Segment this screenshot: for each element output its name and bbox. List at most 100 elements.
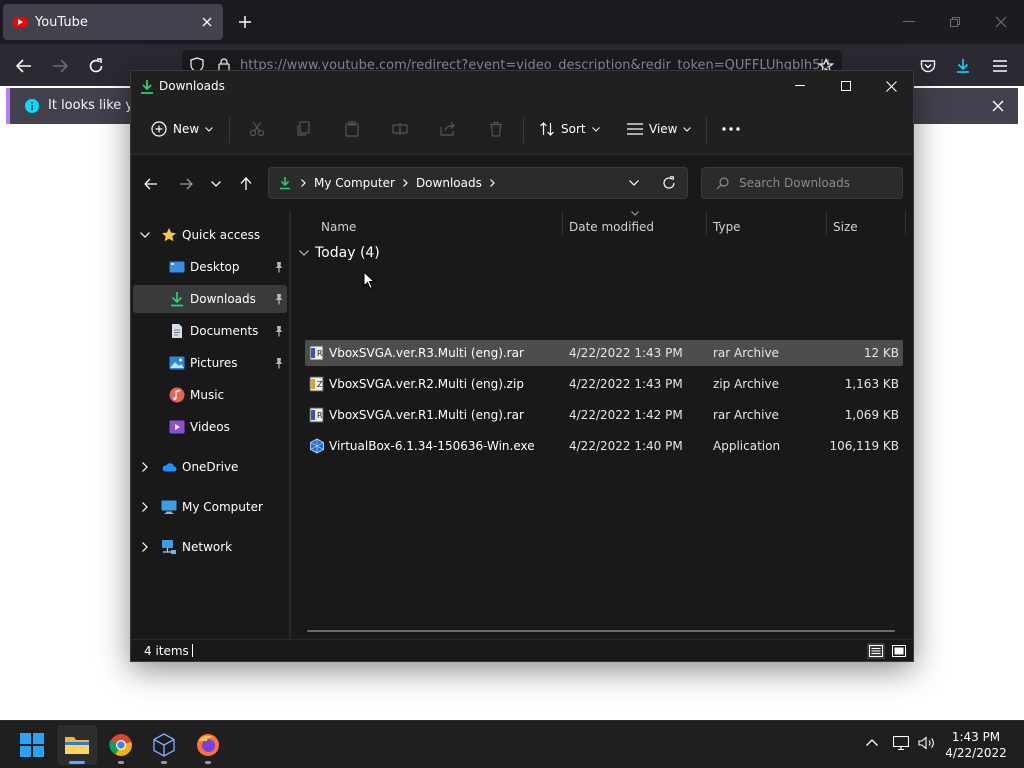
- sidebar-item-my-computer[interactable]: My Computer: [133, 493, 287, 521]
- breadcrumb-chevron-icon[interactable]: [489, 179, 495, 187]
- command-bar: New Sort View: [131, 103, 913, 155]
- network-icon: [162, 540, 176, 554]
- file-row[interactable]: R VboxSVGA.ver.R3.Multi (eng).rar 4/22/2…: [305, 340, 903, 366]
- forward-arrow-icon[interactable]: [175, 173, 197, 195]
- svg-text:Z: Z: [317, 380, 323, 389]
- column-header-date-modified[interactable]: Date modified: [569, 215, 705, 239]
- sidebar-item-quick-access[interactable]: Quick access: [133, 221, 287, 249]
- tiles-view-icon: [892, 645, 906, 657]
- back-arrow-icon[interactable]: [140, 173, 162, 195]
- file-row[interactable]: Z VboxSVGA.ver.R2.Multi (eng).zip 4/22/2…: [305, 371, 903, 397]
- explorer-close-button[interactable]: [868, 71, 914, 101]
- search-input[interactable]: [739, 176, 889, 190]
- toolbar-separator: [229, 117, 230, 143]
- group-label: Today (4): [315, 245, 380, 261]
- cut-icon[interactable]: [247, 119, 267, 139]
- sidebar-item-pictures[interactable]: Pictures: [133, 349, 287, 377]
- pin-icon[interactable]: [273, 261, 285, 273]
- group-header-today[interactable]: Today (4): [299, 245, 380, 261]
- view-button[interactable]: View: [621, 113, 697, 145]
- column-divider[interactable]: [905, 211, 906, 235]
- explorer-minimize-button[interactable]: [777, 71, 823, 101]
- start-button[interactable]: [12, 725, 52, 765]
- downloads-arrow-icon[interactable]: [950, 53, 976, 79]
- firefox-restore-button[interactable]: [941, 8, 969, 36]
- sidebar-item-network[interactable]: Network: [133, 533, 287, 561]
- recent-locations-chevron-icon[interactable]: [205, 173, 227, 195]
- back-arrow-icon[interactable]: [11, 53, 37, 79]
- column-header-name[interactable]: Name: [321, 215, 561, 239]
- sidebar-label: Pictures: [190, 356, 238, 370]
- refresh-icon[interactable]: [662, 176, 676, 190]
- column-header-size[interactable]: Size: [833, 215, 903, 239]
- column-label: Name: [321, 220, 357, 234]
- share-icon[interactable]: [438, 119, 458, 139]
- pocket-icon[interactable]: [915, 53, 941, 79]
- sidebar-item-documents[interactable]: Documents: [133, 317, 287, 345]
- file-row[interactable]: VirtualBox-6.1.34-150636-Win.exe 4/22/20…: [305, 433, 903, 459]
- explorer-maximize-button[interactable]: [823, 71, 869, 101]
- firefox-minimize-button[interactable]: [895, 8, 923, 36]
- more-options-icon[interactable]: [721, 119, 741, 139]
- delete-icon[interactable]: [486, 119, 506, 139]
- breadcrumb-downloads[interactable]: Downloads: [416, 176, 482, 190]
- details-view-button[interactable]: [867, 643, 885, 659]
- file-row[interactable]: R VboxSVGA.ver.R1.Multi (eng).rar 4/22/2…: [305, 402, 903, 428]
- breadcrumb-chevron-icon[interactable]: [403, 179, 408, 187]
- system-clock[interactable]: 1:43 PM 4/22/2022: [934, 729, 1018, 761]
- collapsed-chevron-icon[interactable]: [139, 461, 151, 473]
- column-divider[interactable]: [826, 211, 827, 235]
- taskbar-firefox[interactable]: [188, 725, 228, 765]
- pin-icon[interactable]: [273, 325, 285, 337]
- collapsed-chevron-icon[interactable]: [139, 541, 151, 553]
- clock-date: 4/22/2022: [945, 746, 1007, 760]
- column-divider[interactable]: [562, 211, 563, 235]
- taskbar-file-explorer[interactable]: [57, 725, 97, 765]
- expanded-chevron-icon[interactable]: [139, 229, 151, 241]
- reload-icon[interactable]: [83, 53, 109, 79]
- new-button[interactable]: New: [145, 113, 219, 145]
- file-type: Application: [713, 439, 781, 453]
- taskbar-virtualbox[interactable]: [144, 725, 184, 765]
- forward-arrow-icon[interactable]: [47, 53, 73, 79]
- file-size: 106,119 KB: [829, 439, 899, 453]
- svg-text:R: R: [317, 349, 323, 358]
- breadcrumb-chevron-icon[interactable]: [301, 179, 306, 187]
- notification-close-icon[interactable]: [988, 96, 1008, 116]
- horizontal-scrollbar[interactable]: [307, 630, 895, 632]
- expanded-chevron-icon[interactable]: [299, 250, 309, 256]
- up-arrow-icon[interactable]: [235, 173, 257, 195]
- sidebar-item-desktop[interactable]: Desktop: [133, 253, 287, 281]
- copy-icon[interactable]: [294, 119, 314, 139]
- tab-close-icon[interactable]: [195, 10, 219, 34]
- taskbar-chrome[interactable]: [101, 725, 141, 765]
- sidebar-item-music[interactable]: Music: [133, 381, 287, 409]
- address-bar[interactable]: My Computer Downloads: [268, 167, 688, 199]
- column-header-type[interactable]: Type: [713, 215, 825, 239]
- sidebar-item-onedrive[interactable]: OneDrive: [133, 453, 287, 481]
- paste-icon[interactable]: [342, 119, 362, 139]
- sort-icon: [540, 122, 554, 136]
- network-status-icon[interactable]: [893, 736, 909, 750]
- address-history-chevron-icon[interactable]: [629, 180, 639, 186]
- rename-icon[interactable]: [390, 119, 410, 139]
- pin-icon[interactable]: [273, 357, 285, 369]
- sort-button[interactable]: Sort: [533, 113, 606, 145]
- column-divider[interactable]: [706, 211, 707, 235]
- explorer-title-bar[interactable]: Downloads: [131, 71, 913, 103]
- sidebar-item-downloads[interactable]: Downloads: [133, 285, 287, 313]
- firefox-close-button[interactable]: [987, 8, 1015, 36]
- firefox-tab-youtube[interactable]: YouTube: [3, 4, 223, 40]
- collapsed-chevron-icon[interactable]: [139, 501, 151, 513]
- large-icons-view-button[interactable]: [890, 643, 908, 659]
- sidebar-label: Network: [182, 540, 233, 554]
- show-hidden-icons-chevron-icon[interactable]: [866, 739, 878, 746]
- sidebar-item-videos[interactable]: Videos: [133, 413, 287, 441]
- pin-icon[interactable]: [273, 293, 285, 305]
- breadcrumb-my-computer[interactable]: My Computer: [314, 176, 395, 190]
- hamburger-menu-icon[interactable]: [987, 53, 1013, 79]
- computer-monitor-icon: [161, 500, 177, 514]
- zip-archive-icon: Z: [309, 376, 324, 392]
- new-tab-button[interactable]: [233, 10, 257, 34]
- search-box[interactable]: [701, 167, 903, 199]
